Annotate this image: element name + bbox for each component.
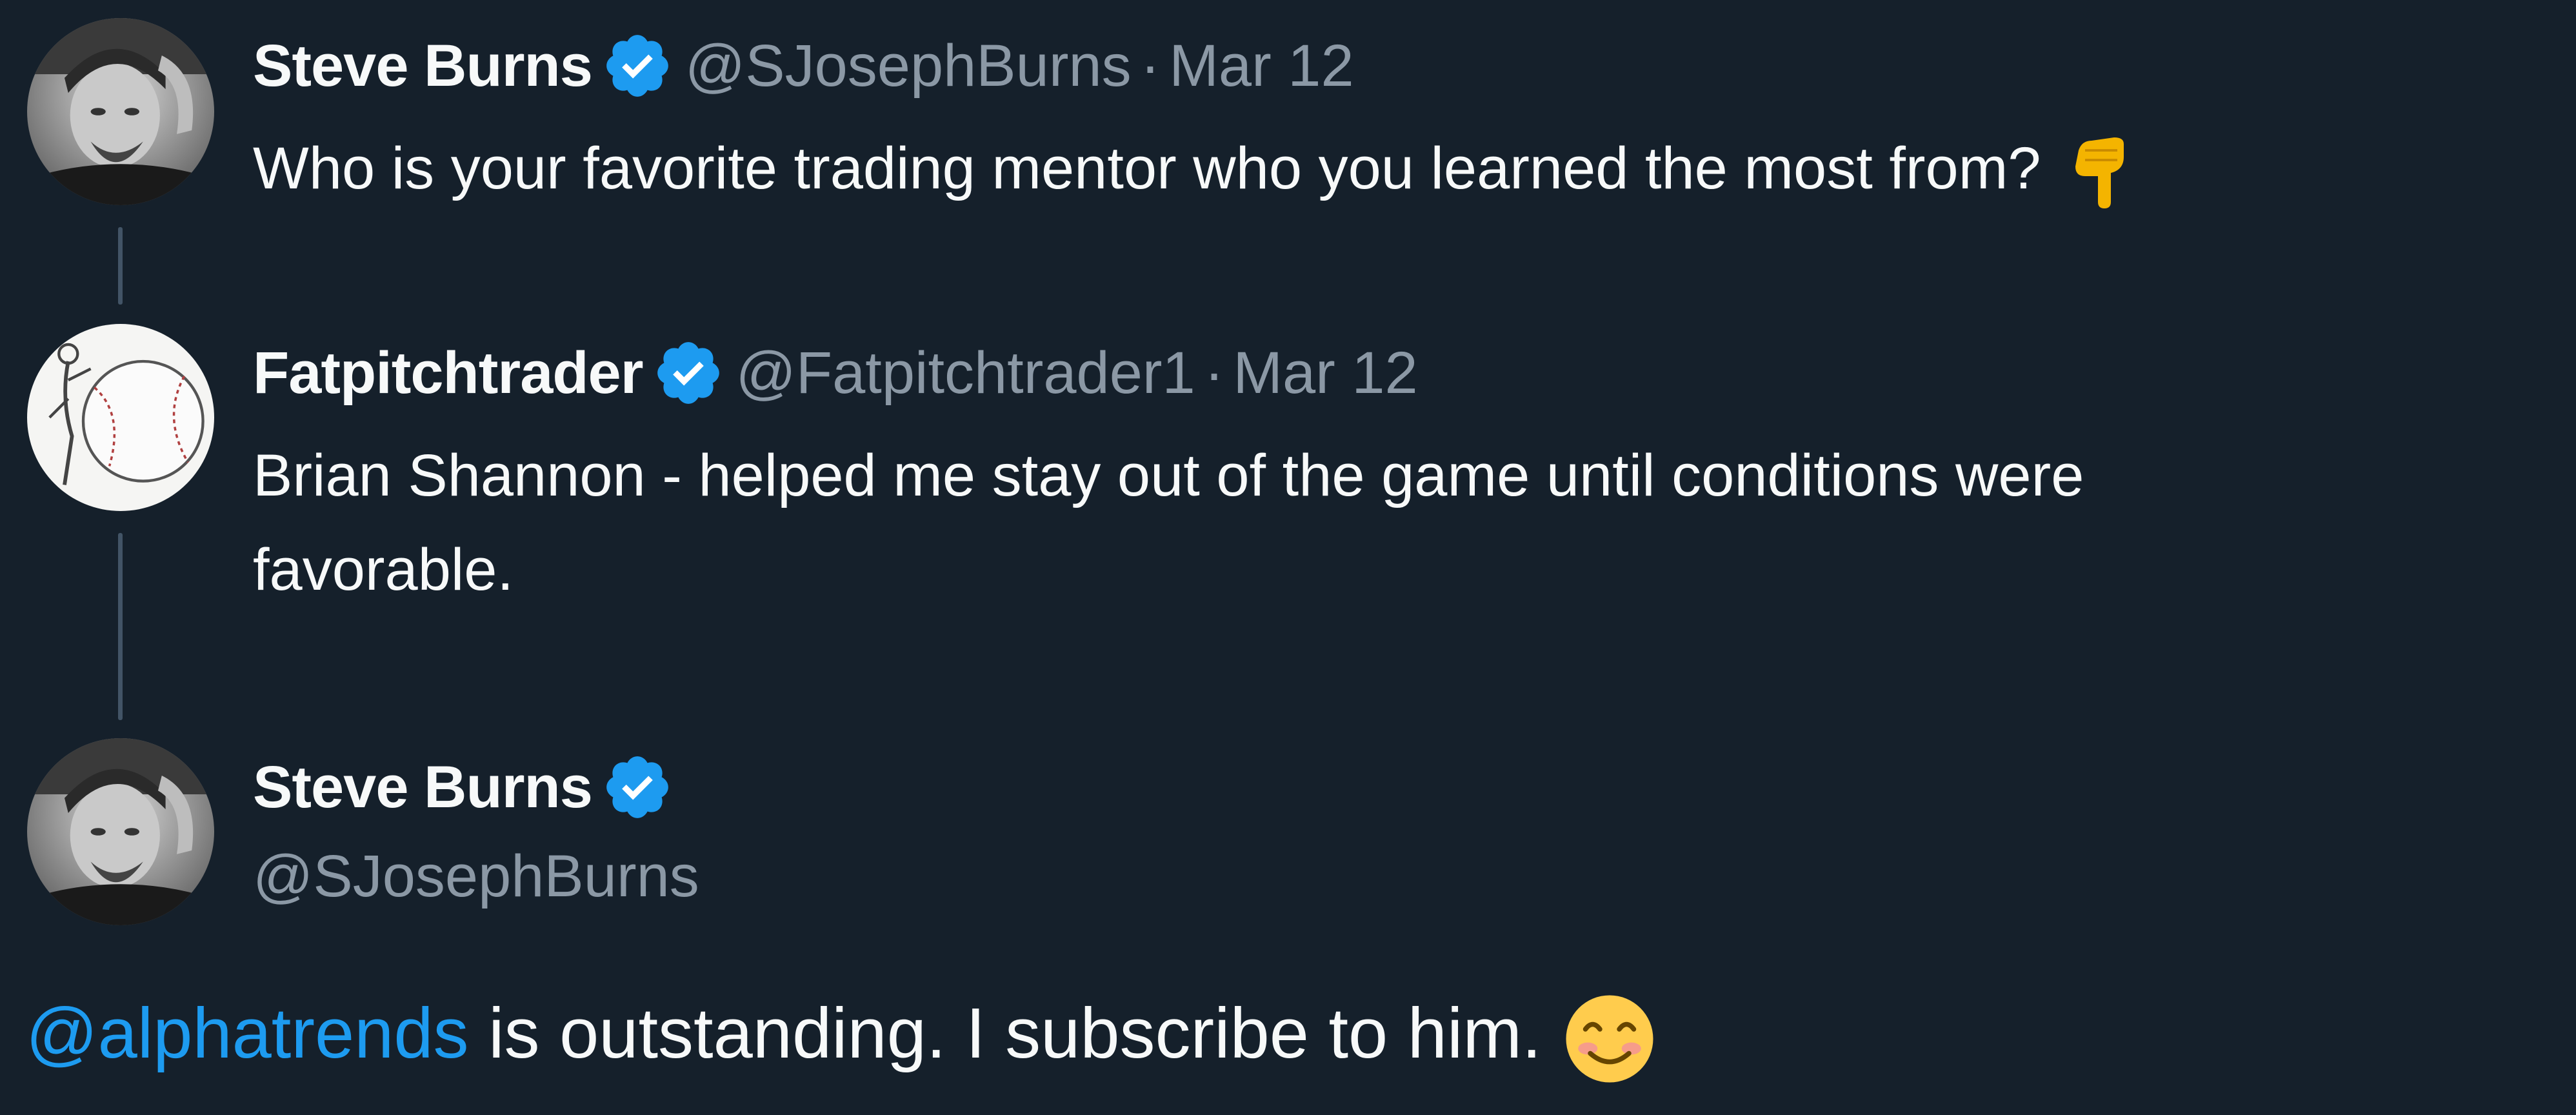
tweet3-text: @alphatrends is outstanding. I subscribe… <box>26 989 1658 1087</box>
tweet2-text-line2: favorable. <box>253 537 514 603</box>
verified-badge-icon[interactable] <box>652 337 724 409</box>
tweet2-header: Fatpitchtrader @Fatpitchtrader1 · Mar 12 <box>253 334 1418 412</box>
tweet1-text-content: Who is your favorite trading mentor who … <box>253 136 2041 201</box>
verified-badge-icon[interactable] <box>601 751 674 823</box>
tweet1-header: Steve Burns @SJosephBurns · Mar 12 <box>253 27 1354 105</box>
tweet3-author-name[interactable]: Steve Burns <box>253 754 593 821</box>
mention-link-alphatrends[interactable]: @alphatrends <box>26 994 469 1073</box>
pointing-down-hand-emoji-icon <box>2069 134 2133 212</box>
baseball-pitcher-avatar-icon <box>27 324 214 511</box>
tweet1-author-handle[interactable]: @SJosephBurns <box>685 32 1132 100</box>
thread-connector-line <box>118 227 123 305</box>
smiling-face-emoji-icon <box>1561 990 1658 1087</box>
tweet1-text: Who is your favorite trading mentor who … <box>253 121 2133 216</box>
verified-badge-icon[interactable] <box>601 30 674 102</box>
thread-connector-line <box>118 533 123 720</box>
avatar-steve-burns[interactable] <box>27 18 214 205</box>
tweet2-separator: · <box>1204 339 1224 406</box>
tweet3-header: Steve Burns <box>253 748 685 826</box>
tweet2-author-handle[interactable]: @Fatpitchtrader1 <box>736 339 1195 407</box>
tweet2-text: Brian Shannon - helped me stay out of th… <box>253 428 2084 617</box>
tweet3-author-handle[interactable]: @SJosephBurns <box>253 843 699 910</box>
tweet2-text-line1: Brian Shannon - helped me stay out of th… <box>253 443 2084 508</box>
avatar-fatpitchtrader[interactable] <box>27 324 214 511</box>
tweet1-separator: · <box>1140 32 1161 99</box>
tweet1-author-name[interactable]: Steve Burns <box>253 32 593 100</box>
tweet3-text-content: is outstanding. I subscribe to him. <box>468 994 1562 1073</box>
tweet2-date[interactable]: Mar 12 <box>1233 339 1417 407</box>
avatar-photo-icon <box>27 738 214 925</box>
tweet1-date[interactable]: Mar 12 <box>1169 32 1353 100</box>
avatar-steve-burns[interactable] <box>27 738 214 925</box>
avatar-photo-icon <box>27 18 214 205</box>
tweet2-author-name[interactable]: Fatpitchtrader <box>253 339 644 407</box>
